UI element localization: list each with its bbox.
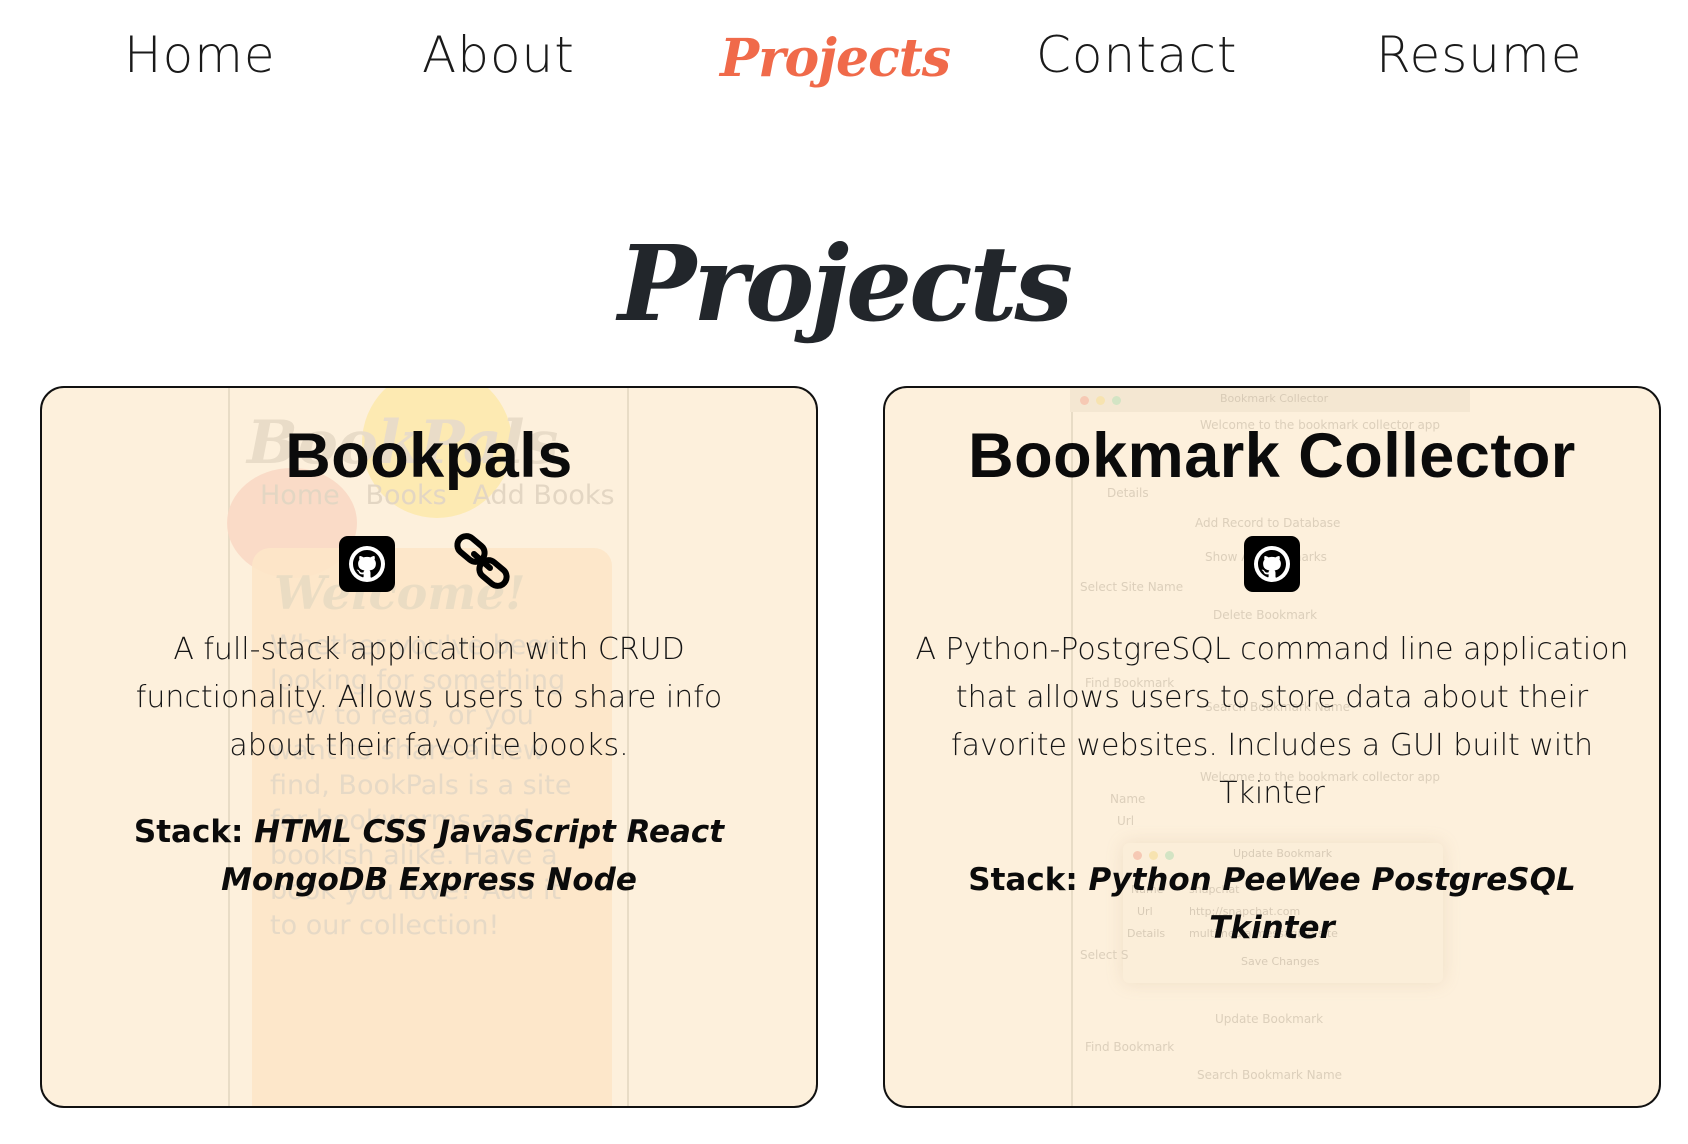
nav-resume-link[interactable]: Resume	[1376, 26, 1582, 84]
screenshot-window-titlebar: Bookmark Collector	[1070, 388, 1470, 412]
top-nav: Home About Projects Contact Resume	[0, 0, 1688, 120]
screenshot-text: Search Bookmark Name	[1197, 1068, 1343, 1082]
github-icon[interactable]	[339, 536, 395, 592]
project-title: Bookmark Collector	[968, 421, 1576, 491]
project-card-bookmark-collector: Bookmark Collector Welcome to the bookma…	[883, 386, 1661, 1108]
project-stack: Stack: HTML CSS JavaScript React MongoDB…	[92, 808, 766, 904]
project-card-bookpals: BookPals Home Books Add Books Welcome! W…	[40, 386, 818, 1108]
nav-about-link[interactable]: About	[422, 26, 575, 84]
project-stack: Stack: Python PeeWee PostgreSQL Tkinter	[935, 856, 1609, 952]
link-icon[interactable]	[450, 530, 514, 594]
github-icon[interactable]	[1244, 536, 1300, 592]
screenshot-text: Update Bookmark	[1215, 1012, 1324, 1026]
screenshot-text: Delete Bookmark	[1213, 608, 1318, 622]
page-title: Projects	[617, 222, 1073, 345]
project-description: A full-stack application with CRUD funct…	[135, 632, 723, 763]
screenshot-text: Add Record to Database	[1195, 516, 1341, 530]
project-description: A Python-PostgreSQL command line applica…	[915, 632, 1629, 811]
nav-projects-link[interactable]: Projects	[720, 28, 951, 89]
stack-label: Stack:	[133, 814, 244, 850]
nav-contact-link[interactable]: Contact	[1036, 26, 1238, 84]
stack-technologies: HTML CSS JavaScript React MongoDB Expres…	[221, 814, 725, 898]
screenshot-text: Find Bookmark	[1085, 1040, 1175, 1054]
screenshot-text: Save Changes	[1241, 955, 1320, 968]
project-title: Bookpals	[285, 421, 573, 491]
nav-home-link[interactable]: Home	[124, 26, 276, 84]
stack-label: Stack:	[968, 862, 1078, 898]
screenshot-window-title: Bookmark Collector	[1220, 392, 1329, 405]
stack-technologies: Python PeeWee PostgreSQL Tkinter	[1088, 862, 1576, 946]
